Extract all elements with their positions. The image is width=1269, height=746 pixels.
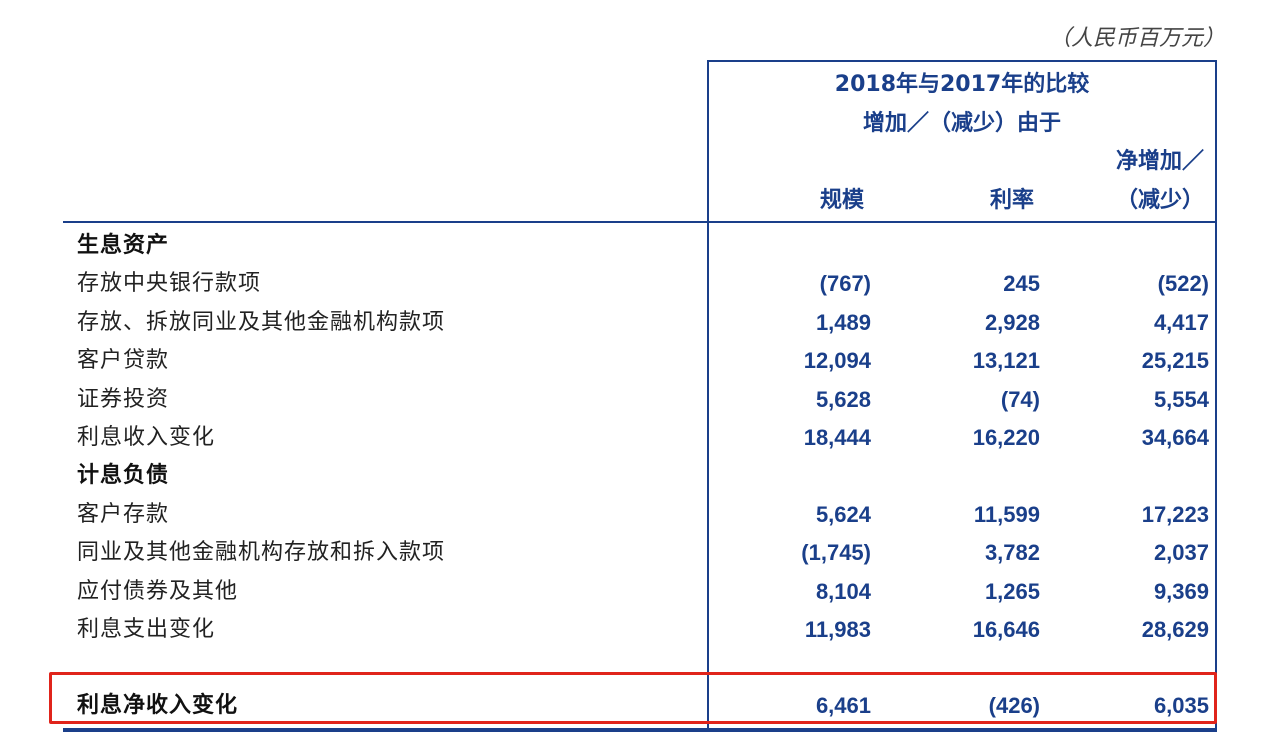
row-label: 利息收入变化 — [77, 425, 216, 450]
cell-scale: 8,104 — [815, 578, 871, 604]
cell-rate: 2,928 — [984, 309, 1040, 335]
bottom-rule — [63, 728, 1217, 732]
cell-net: 5,554 — [1153, 386, 1209, 412]
row-label: 证券投资 — [77, 386, 170, 412]
cell-net: 25,215 — [1141, 348, 1209, 374]
cell-scale: (767) — [819, 271, 871, 297]
cell-rate: 13,121 — [972, 348, 1040, 374]
row-label: 应付债券及其他 — [77, 578, 239, 604]
cell-rate: 245 — [1003, 271, 1040, 297]
comparison-header-title: 2018年与2017年的比较 — [834, 72, 1090, 97]
table-row: 存放、拆放同业及其他金融机构款项 1,489 2,928 4,417 — [63, 304, 1217, 342]
cell-scale: 11,983 — [804, 617, 871, 642]
table-row: 利息支出变化 11,983 16,646 28,629 — [63, 611, 1217, 649]
row-label: 存放、拆放同业及其他金融机构款项 — [77, 309, 446, 335]
cell-net: 17,223 — [1141, 501, 1209, 527]
cell-scale: 18,444 — [803, 425, 871, 450]
cell-scale: 12,094 — [803, 348, 871, 374]
column-header-scale: 规模 — [819, 188, 864, 213]
table-row: 同业及其他金融机构存放和拆入款项 (1,745) 3,782 2,037 — [63, 534, 1217, 572]
header-rule — [63, 221, 1217, 223]
cell-rate: 3,782 — [984, 540, 1040, 566]
column-header-rate: 利率 — [989, 188, 1034, 213]
cell-scale: 5,628 — [815, 386, 871, 412]
cell-scale: 5,624 — [815, 501, 871, 527]
cell-net: 2,037 — [1153, 540, 1209, 566]
cell-rate: (74) — [1000, 386, 1040, 412]
cell-net: 9,369 — [1153, 578, 1209, 604]
cell-net: 34,664 — [1141, 425, 1209, 450]
section-header-row: 生息资产 — [63, 227, 1217, 265]
column-header-net-line1: 净增加／ — [1115, 149, 1204, 174]
row-label: 存放中央银行款项 — [77, 271, 262, 297]
cell-rate: 16,220 — [972, 425, 1040, 450]
section-header-row: 计息负债 — [63, 457, 1217, 495]
cell-net: 28,629 — [1141, 617, 1209, 642]
table-row: 证券投资 5,628 (74) 5,554 — [63, 381, 1217, 419]
cell-scale: (1,745) — [801, 540, 871, 566]
cell-net: 4,417 — [1153, 309, 1209, 335]
row-label: 利息支出变化 — [77, 617, 216, 642]
row-label: 计息负债 — [77, 463, 170, 489]
table-row: 客户贷款 12,094 13,121 25,215 — [63, 342, 1217, 380]
row-label: 客户存款 — [77, 501, 170, 527]
cell-rate: 1,265 — [984, 578, 1040, 604]
cell-rate: 16,646 — [972, 617, 1040, 642]
highlight-box — [49, 672, 1217, 724]
unit-note: （人民币百万元） — [1048, 26, 1225, 51]
table-row: 客户存款 5,624 11,599 17,223 — [63, 496, 1217, 534]
column-header-net-line2: （减少） — [1115, 188, 1204, 213]
cell-net: (522) — [1157, 271, 1209, 297]
row-label: 生息资产 — [77, 233, 170, 258]
table-row: 利息收入变化 18,444 16,220 34,664 — [63, 419, 1217, 457]
table-row: 存放中央银行款项 (767) 245 (522) — [63, 265, 1217, 303]
row-label: 同业及其他金融机构存放和拆入款项 — [77, 540, 446, 566]
cell-rate: 11,599 — [973, 501, 1040, 527]
cell-scale: 1,489 — [815, 309, 871, 335]
table-row: 应付债券及其他 8,104 1,265 9,369 — [63, 573, 1217, 611]
comparison-header-subtitle: 增加／（减少）由于 — [862, 111, 1061, 136]
row-label: 客户贷款 — [77, 348, 170, 374]
